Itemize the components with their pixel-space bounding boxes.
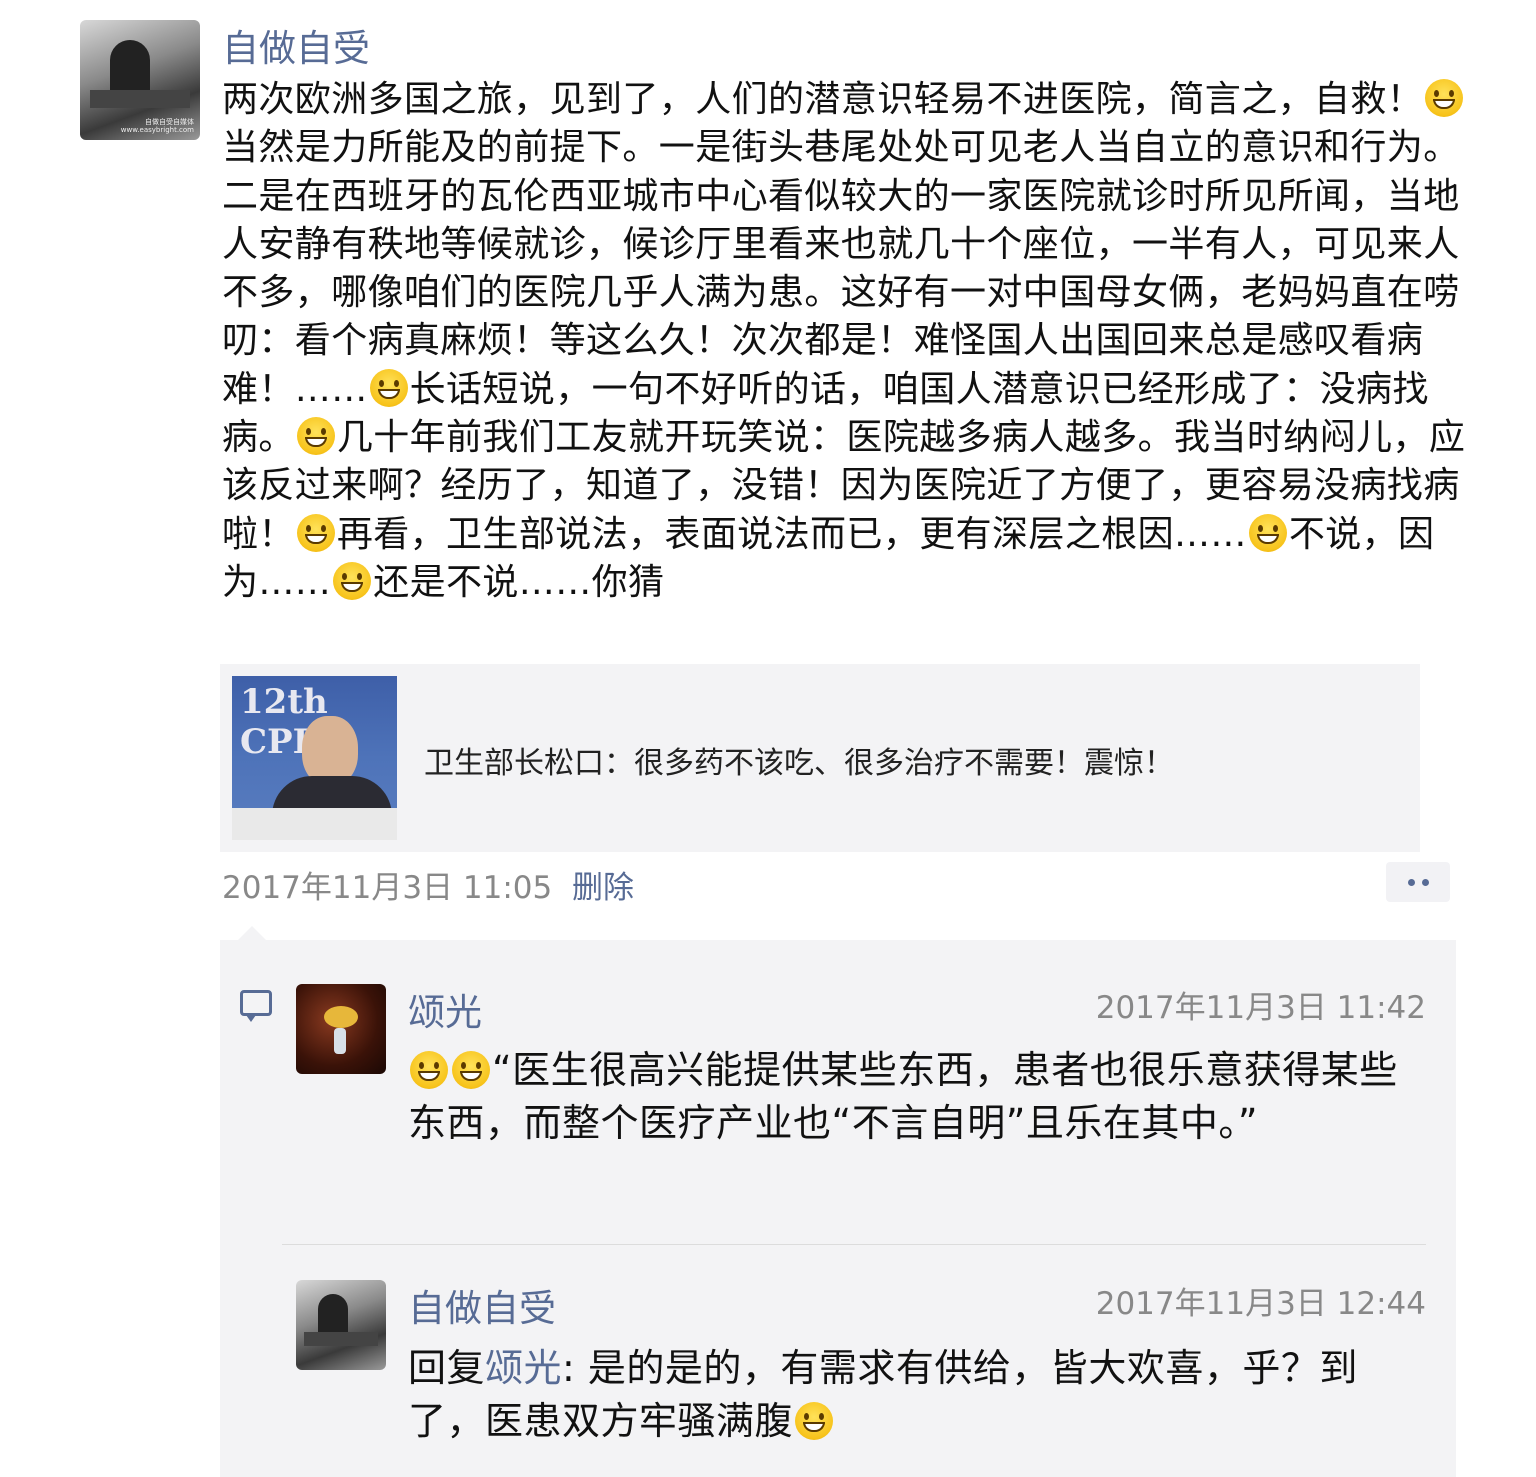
post-text-part: 还是不说……你猜 [373, 561, 665, 603]
grinning-face-icon [1248, 513, 1287, 552]
comment-text: 回复颂光: 是的是的，有需求有供给，皆大欢喜，乎？到了，医患双方牢骚满腹 [408, 1342, 1428, 1448]
grin-big-eyes-icon [410, 1051, 448, 1089]
avatar-watermark: 自做自受自媒体 www.easybright.com [120, 118, 194, 134]
avatar-machine [90, 90, 190, 108]
more-button[interactable] [1386, 862, 1450, 902]
post-author-name[interactable]: 自做自受 [222, 18, 370, 72]
more-dots-icon [1408, 879, 1415, 886]
grinning-face-icon [333, 561, 372, 600]
grinning-face-icon [369, 368, 408, 407]
post-text-part: 再看，卫生部说法，表面说法而已，更有深层之根因…… [336, 513, 1247, 555]
grinning-face-icon [296, 513, 335, 552]
avatar-machine [304, 1332, 378, 1346]
post-text-part: 当然是力所能及的前提下。一是街头巷尾处处可见老人当自立的意识和行为。二是在西班牙… [222, 127, 1460, 410]
thumbnail-desk [232, 808, 397, 840]
grinning-face-icon [1425, 79, 1464, 117]
grinning-face-icon [795, 1402, 834, 1440]
avatar-flower [324, 1006, 358, 1028]
link-title: 卫生部长松口：很多药不该吃、很多治疗不需要！震惊！ [424, 746, 1174, 781]
comment-text-body: “医生很高兴能提供某些东西，患者也很乐意获得某些东西，而整个医疗产业也“不言自明… [408, 1048, 1398, 1145]
comment-author-name[interactable]: 颂光 [408, 982, 482, 1036]
post-timestamp: 2017年11月3日 11:05 [222, 870, 553, 906]
link-thumbnail: 12th CPP [232, 676, 397, 840]
comment-author-avatar[interactable] [296, 984, 386, 1074]
shared-link-card[interactable]: 12th CPP 卫生部长松口：很多药不该吃、很多治疗不需要！震惊！ [220, 664, 1420, 852]
reply-to-name[interactable]: 颂光 [485, 1346, 562, 1390]
comments-pointer [238, 926, 266, 940]
comment-text: “医生很高兴能提供某些东西，患者也很乐意获得某些东西，而整个医疗产业也“不言自明… [408, 1044, 1428, 1150]
avatar-vase [334, 1028, 346, 1054]
comment-divider [282, 1244, 1426, 1245]
comment-bubble-icon [240, 990, 272, 1022]
delete-button[interactable]: 删除 [572, 862, 634, 907]
grin-big-eyes-icon [452, 1051, 490, 1089]
comment-author-name[interactable]: 自做自受 [408, 1278, 556, 1332]
reply-prefix: 回复 [408, 1346, 486, 1390]
comment-author-avatar[interactable] [296, 1280, 386, 1370]
comment-timestamp: 2017年11月3日 11:42 [1095, 990, 1426, 1026]
post-author-avatar[interactable]: 自做自受自媒体 www.easybright.com [80, 20, 200, 140]
post-text: 两次欧洲多国之旅，见到了，人们的潜意识轻易不进医院，简言之，自救！ 当然是力所能及… [222, 76, 1472, 607]
grinning-face-icon [296, 417, 335, 456]
comments-section: 颂光 2017年11月3日 11:42 “医生很高兴能提供某些东西，患者也很乐意… [220, 940, 1456, 1477]
post-text-part: 两次欧洲多国之旅，见到了，人们的潜意识轻易不进医院，简言之，自救！ [222, 79, 1424, 120]
comment-timestamp: 2017年11月3日 12:44 [1095, 1286, 1426, 1322]
more-dots-icon [1422, 879, 1429, 886]
